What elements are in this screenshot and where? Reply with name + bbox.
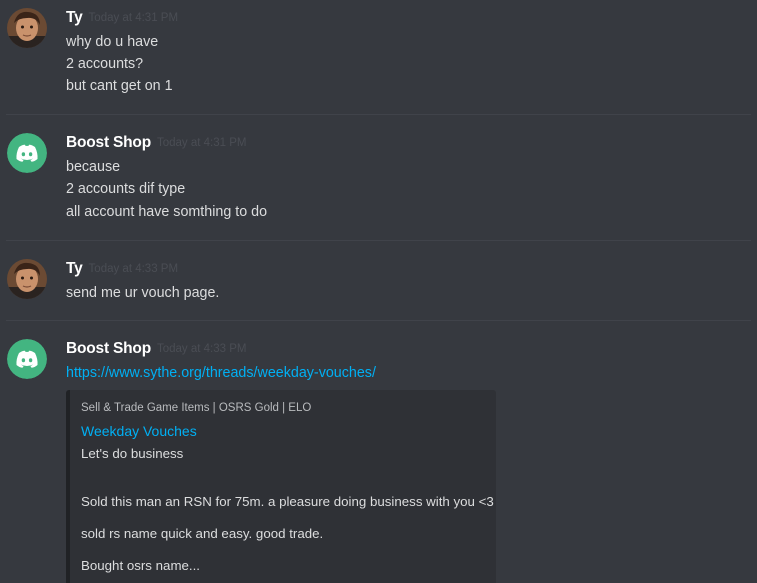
username[interactable]: Boost Shop bbox=[66, 340, 151, 357]
message-text: send me ur vouch page. bbox=[66, 285, 220, 301]
user-avatar[interactable] bbox=[7, 259, 47, 299]
message-text: 2 accounts dif type bbox=[66, 181, 186, 197]
embed-description-line: sold rs name quick and easy. good trade. bbox=[81, 526, 324, 541]
embed-description-line: Bought osrs name... bbox=[81, 558, 200, 573]
message-header: Boost Shop Today at 4:33 PM bbox=[66, 340, 246, 359]
timestamp: Today at 4:33 PM bbox=[88, 263, 179, 275]
username[interactable]: Ty bbox=[66, 9, 83, 26]
timestamp: Today at 4:33 PM bbox=[156, 343, 247, 355]
timestamp: Today at 4:31 PM bbox=[156, 137, 247, 149]
message-text: 2 accounts? bbox=[66, 56, 144, 72]
username[interactable]: Ty bbox=[66, 260, 83, 277]
message-link-line: https://www.sythe.org/threads/weekday-vo… bbox=[66, 364, 376, 382]
user-photo-icon bbox=[7, 259, 47, 299]
embed-title-link[interactable]: Weekday Vouches bbox=[81, 423, 197, 439]
link-embed: Sell & Trade Game Items | OSRS Gold | EL… bbox=[66, 390, 496, 583]
discord-logo-icon bbox=[7, 339, 47, 379]
message-text: because bbox=[66, 159, 121, 175]
message-text: all account have somthing to do bbox=[66, 204, 268, 220]
discord-logo-icon bbox=[7, 133, 47, 173]
thread-link[interactable]: https://www.sythe.org/threads/weekday-vo… bbox=[66, 365, 376, 381]
embed-description-line: Let's do business bbox=[81, 446, 184, 461]
timestamp: Today at 4:31 PM bbox=[88, 12, 179, 24]
user-avatar[interactable] bbox=[7, 8, 47, 48]
bot-avatar[interactable] bbox=[7, 133, 47, 173]
chat-messages-pane: Ty Today at 4:31 PM why do u have 2 accou… bbox=[0, 0, 757, 583]
bot-avatar[interactable] bbox=[7, 339, 47, 379]
message-divider bbox=[6, 114, 751, 115]
message-header: Ty Today at 4:31 PM bbox=[66, 9, 178, 28]
message-header: Boost Shop Today at 4:31 PM bbox=[66, 134, 246, 153]
username[interactable]: Boost Shop bbox=[66, 134, 151, 151]
user-photo-icon bbox=[7, 8, 47, 48]
message-divider bbox=[6, 320, 751, 321]
message-header: Ty Today at 4:33 PM bbox=[66, 260, 178, 279]
embed-provider: Sell & Trade Game Items | OSRS Gold | EL… bbox=[81, 402, 312, 414]
message-divider bbox=[6, 240, 751, 241]
message-text: but cant get on 1 bbox=[66, 78, 173, 94]
message-text: why do u have bbox=[66, 34, 159, 50]
embed-description-line: Sold this man an RSN for 75m. a pleasure… bbox=[81, 494, 494, 509]
